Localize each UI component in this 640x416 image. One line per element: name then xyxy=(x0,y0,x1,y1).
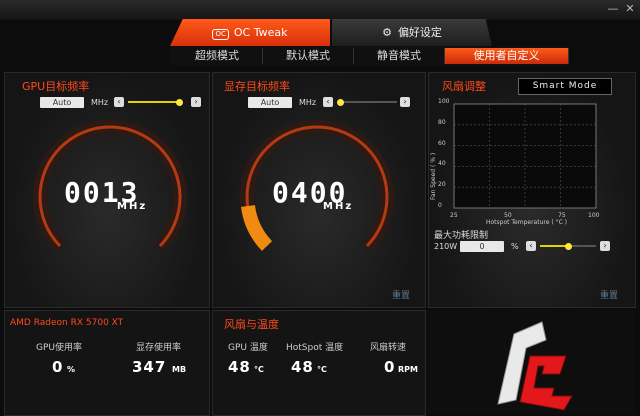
power-limit-input[interactable]: 0 xyxy=(460,241,504,252)
gpu-auto-button[interactable]: Auto xyxy=(40,97,84,108)
tab-oc-tweak[interactable]: OC OC Tweak xyxy=(170,19,330,46)
tab-preference-label: 偏好设定 xyxy=(397,26,442,39)
title-bar xyxy=(0,0,640,20)
gpu-slider-knob[interactable] xyxy=(176,99,183,106)
power-limit-label: 最大功耗限制 xyxy=(434,231,489,241)
gpu-usage-unit: % xyxy=(67,365,76,374)
fan-speed-value: 0 xyxy=(384,358,396,376)
gear-icon: ⚙ xyxy=(382,26,392,39)
y-tick: 0 xyxy=(438,202,442,209)
memory-reset-button[interactable]: 重置 xyxy=(392,288,410,301)
y-tick: 60 xyxy=(438,139,446,147)
memory-frequency-unit: MHz xyxy=(323,201,354,212)
gpu-slider-track[interactable] xyxy=(128,101,182,103)
memory-usage-label: 显存使用率 xyxy=(136,343,182,353)
gpu-slider-right-arrow[interactable]: › xyxy=(191,97,201,107)
tab-preference[interactable]: ⚙ 偏好设定 xyxy=(332,19,492,46)
power-slider-left-arrow[interactable]: ‹ xyxy=(526,241,536,251)
gpu-slider-left-arrow[interactable]: ‹ xyxy=(114,97,124,107)
power-limit-unit: % xyxy=(511,242,519,251)
asrock-phantom-logo-icon xyxy=(497,321,573,411)
hotspot-temp-value: 48 xyxy=(291,358,314,376)
memory-slider-knob[interactable] xyxy=(337,99,344,106)
fan-chart-xlabel: Hotspot Temperature ( °C ) xyxy=(486,219,567,226)
gpu-temp-label: GPU 温度 xyxy=(228,343,268,353)
fan-mode-select[interactable]: Smart Mode xyxy=(518,78,612,95)
fan-reset-button[interactable]: 重置 xyxy=(600,288,618,301)
power-limit-value: 210W xyxy=(434,242,458,251)
memory-slider-track[interactable] xyxy=(337,101,397,103)
hotspot-temp-label: HotSpot 温度 xyxy=(286,343,344,353)
tab-oc-tweak-label: OC Tweak xyxy=(233,26,288,39)
fan-chart-ylabel: Fan Speed ( % ) xyxy=(430,152,437,200)
minimize-icon[interactable]: — xyxy=(606,2,620,16)
x-tick: 100 xyxy=(588,212,600,219)
mode-default[interactable]: 默认模式 xyxy=(263,48,354,64)
mode-user-defined[interactable]: 使用者自定义 xyxy=(445,48,569,64)
x-tick: 25 xyxy=(450,212,458,219)
gpu-usage-label: GPU使用率 xyxy=(36,343,82,353)
fan-temp-title: 风扇与温度 xyxy=(224,318,279,331)
fan-panel-title: 风扇调整 xyxy=(442,80,486,93)
y-tick: 40 xyxy=(438,160,446,168)
memory-panel-title: 显存目标频率 xyxy=(224,80,290,93)
memory-usage-unit: MB xyxy=(172,365,187,374)
fan-speed-label: 风扇转速 xyxy=(370,343,407,353)
y-tick: 100 xyxy=(438,98,450,105)
y-tick: 20 xyxy=(438,181,446,189)
memory-usage-value: 347 xyxy=(132,358,167,376)
y-tick: 80 xyxy=(438,118,446,126)
memory-slider-right-arrow[interactable]: › xyxy=(400,97,410,107)
gpu-temp-unit: °C xyxy=(254,365,264,374)
fan-curve-chart[interactable] xyxy=(448,100,608,212)
x-tick: 50 xyxy=(504,212,512,219)
power-slider-fill xyxy=(540,245,568,247)
fan-speed-unit: RPM xyxy=(398,365,418,374)
gpu-temp-value: 48 xyxy=(228,358,251,376)
oc-tweak-icon: OC xyxy=(212,29,229,40)
gpu-unit: MHz xyxy=(91,98,109,107)
close-icon[interactable]: ✕ xyxy=(623,2,637,16)
gpu-name: AMD Radeon RX 5700 XT xyxy=(10,318,124,328)
power-slider-knob[interactable] xyxy=(565,243,572,250)
hotspot-temp-unit: °C xyxy=(317,365,327,374)
power-slider-right-arrow[interactable]: › xyxy=(600,241,610,251)
gpu-panel-title: GPU目标频率 xyxy=(22,80,90,93)
gpu-frequency-unit: MHz xyxy=(117,201,148,212)
memory-unit: MHz xyxy=(299,98,317,107)
memory-slider-left-arrow[interactable]: ‹ xyxy=(323,97,333,107)
x-tick: 75 xyxy=(558,212,566,219)
memory-auto-button[interactable]: Auto xyxy=(248,97,292,108)
gpu-usage-value: 0 xyxy=(52,358,64,376)
mode-overclock[interactable]: 超频模式 xyxy=(172,48,263,64)
mode-silent[interactable]: 静音模式 xyxy=(354,48,445,64)
